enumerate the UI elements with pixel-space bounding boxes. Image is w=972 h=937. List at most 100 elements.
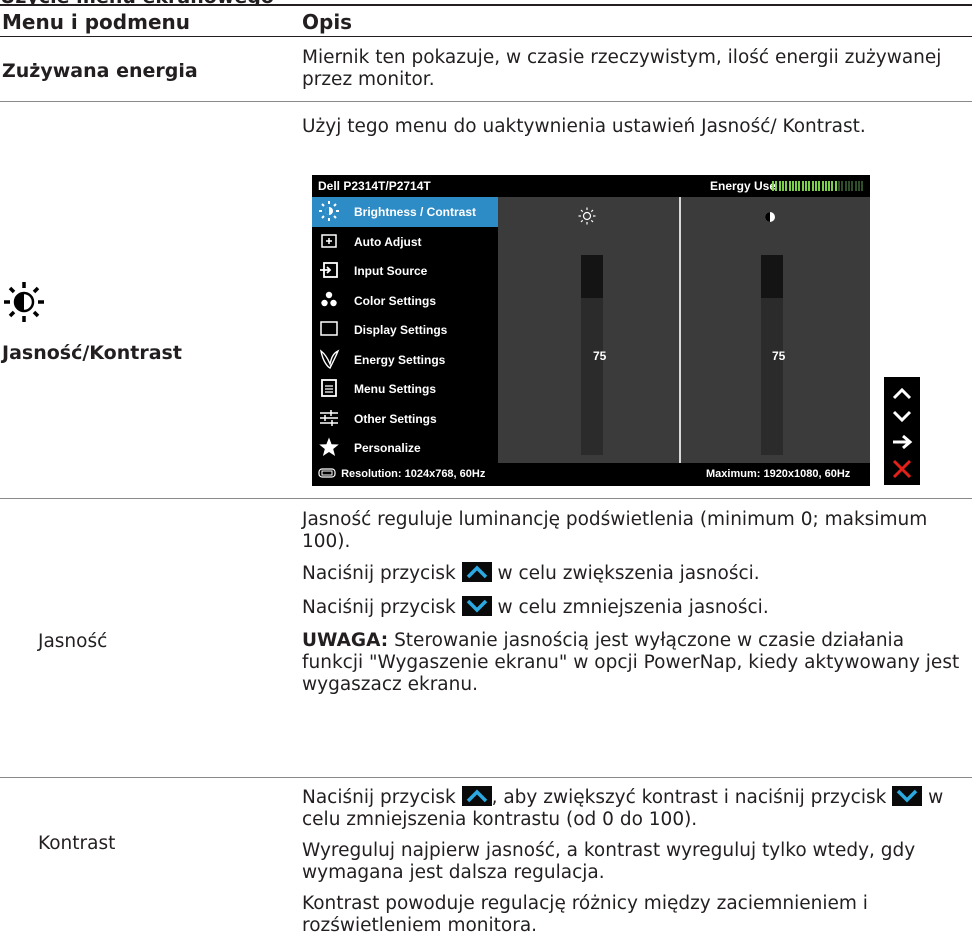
row-desc-energy: Miernik ten pokazuje, w czasie rzeczywis… (302, 47, 942, 90)
osd-menu-item: Energy Settings (312, 345, 498, 375)
energy-meter-bar (775, 181, 778, 191)
contrast-p2: Wyreguluj najpierw jasność, a kontrast w… (302, 840, 916, 883)
brightness-p3: Naciśnij przycisk w celu zmniejszenia ja… (302, 596, 769, 618)
osd-menu-item: Color Settings (312, 286, 498, 316)
osd-maximum: Maximum: 1920x1080, 60Hz (706, 468, 851, 480)
down-button-icon (461, 596, 492, 616)
row-divider (0, 498, 972, 499)
close-icon (892, 459, 912, 479)
energy-meter-bar (841, 181, 844, 191)
energy-meter-bar (857, 181, 860, 191)
row-desc-contrast: Naciśnij przycisk , aby zwiększyć kontra… (302, 786, 970, 937)
auto-adjust-icon (318, 230, 340, 252)
osd-menu-item-label: Personalize (354, 441, 421, 455)
row-label-energy: Zużywana energia (2, 60, 198, 82)
osd-resolution-text: Resolution: 1024x768, 60Hz (341, 468, 486, 480)
energy-meter-bar (801, 181, 804, 191)
energy-meter-bar (861, 181, 864, 191)
menu-list-icon (318, 377, 340, 399)
brightness-note: UWAGA: Sterowanie jasnością jest wyłączo… (302, 630, 960, 695)
energy-meter-bar (818, 181, 821, 191)
sun-icon (318, 200, 340, 222)
row-desc-brightness: Jasność reguluje luminancję podświetleni… (302, 509, 970, 696)
contrast-p1: Naciśnij przycisk , aby zwiększyć kontra… (302, 786, 944, 830)
osd-energy-label: Energy Use (710, 179, 777, 193)
monitor-plug-icon (318, 468, 336, 478)
row-label-brightness: Jasność (38, 631, 108, 652)
osd-menu-item: Menu Settings (312, 374, 498, 404)
contrast-value: 75 (772, 349, 786, 363)
leaf-icon (318, 348, 340, 370)
monitor-button-bar (884, 377, 920, 485)
energy-meter-bar (834, 181, 837, 191)
osd-menu-item-label: Display Settings (354, 323, 448, 337)
energy-meter-bar (772, 181, 774, 191)
row-divider (0, 777, 972, 778)
row-divider (0, 101, 972, 102)
table-header: Menu i podmenu Opis (0, 4, 972, 37)
energy-meter-bar (824, 181, 827, 191)
energy-meter-bar (811, 181, 814, 191)
energy-meter-bar (795, 181, 798, 191)
up-arrow-icon (892, 387, 912, 400)
osd-model-name: Dell P2314T/P2714T (318, 179, 431, 193)
brightness-sun-icon (578, 207, 596, 230)
osd-menu-item-label: Menu Settings (354, 382, 437, 396)
osd-divider (679, 197, 681, 463)
osd-menu-item-label: Brightness / Contrast (354, 205, 477, 219)
osd-menu-item: Display Settings (312, 315, 498, 345)
up-button-icon (461, 562, 492, 582)
osd-menu-list: Brightness / Contrast Auto Adjust Input So… (312, 197, 498, 463)
down-arrow-icon (892, 410, 912, 423)
energy-meter-bar (791, 181, 794, 191)
osd-menu-item-label: Color Settings (354, 293, 437, 308)
osd-top-bar: Dell P2314T/P2714T Energy Use (312, 175, 870, 197)
header-menu-column: Menu i podmenu (2, 10, 190, 34)
energy-meter-bar (821, 181, 824, 191)
osd-menu-item-label: Input Source (354, 264, 428, 278)
brightness-p2: Naciśnij przycisk w celu zwiększenia jas… (302, 562, 760, 584)
contrast-p3: Kontrast powoduje regulację różnicy międ… (302, 893, 868, 936)
energy-meter-bar (814, 181, 817, 191)
header-description-column: Opis (302, 10, 353, 34)
osd-menu-item-label: Energy Settings (354, 352, 446, 367)
energy-meter-bar (854, 181, 857, 191)
row-label-contrast: Kontrast (38, 833, 116, 854)
star-icon (318, 436, 340, 458)
energy-meter-bar (778, 181, 781, 191)
color-dots-icon (318, 289, 340, 311)
energy-meter-bar (851, 181, 854, 191)
energy-meter-bar (828, 181, 831, 191)
energy-meter-bar (847, 181, 850, 191)
down-button-icon (892, 786, 923, 806)
row-label-brightness-contrast: Jasność/Kontrast (2, 342, 182, 364)
sliders-icon (318, 407, 340, 429)
osd-menu-item: Brightness / Contrast (312, 197, 498, 227)
osd-menu-item: Personalize (312, 433, 498, 463)
energy-meter-bar (788, 181, 791, 191)
osd-menu-screenshot: Dell P2314T/P2714T Energy Use Brightness… (312, 175, 870, 486)
energy-meter (772, 181, 865, 191)
energy-meter-bar (808, 181, 811, 191)
brightness-value: 75 (593, 349, 607, 363)
osd-bottom-bar: Resolution: 1024x768, 60Hz Maximum: 1920… (312, 463, 870, 486)
osd-menu-item: Input Source (312, 256, 498, 286)
contrast-icon (764, 210, 776, 228)
energy-meter-bar (781, 181, 784, 191)
energy-meter-bar (838, 181, 840, 191)
osd-menu-item: Auto Adjust (312, 227, 498, 257)
osd-menu-item-label: Auto Adjust (354, 234, 422, 249)
right-arrow-icon (893, 434, 913, 450)
energy-meter-bar (798, 181, 801, 191)
brightness-p1: Jasność reguluje luminancję podświetleni… (302, 509, 928, 552)
input-source-icon (318, 259, 340, 281)
osd-resolution: Resolution: 1024x768, 60Hz (318, 468, 485, 480)
energy-meter-bar (785, 181, 788, 191)
display-icon (318, 318, 340, 340)
energy-meter-bar (844, 181, 847, 191)
energy-meter-bar (831, 181, 834, 191)
osd-menu-item-label: Other Settings (354, 411, 437, 426)
sun-icon (2, 280, 46, 324)
energy-meter-bar (805, 181, 807, 191)
up-button-icon (461, 786, 492, 806)
